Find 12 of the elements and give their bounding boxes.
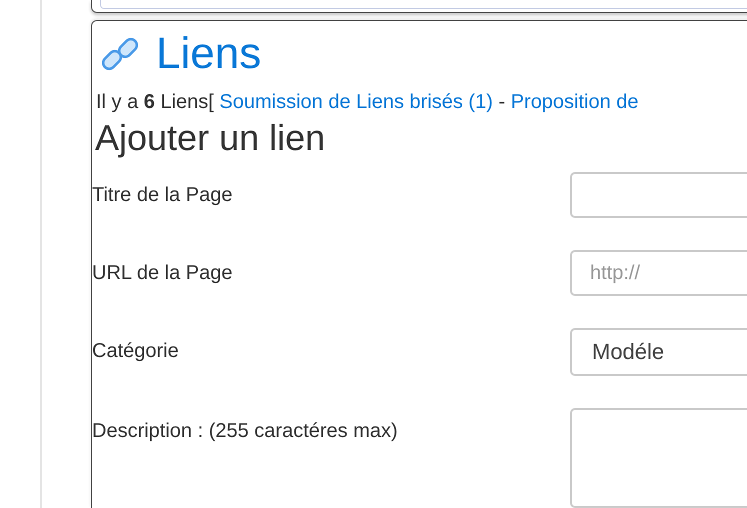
summary-text: Il y a 6 Liens[ Soumission de Liens brisés (1) - Proposition de	[96, 91, 640, 114]
summary-link[interactable]: Soumission de Liens brisés (1)	[219, 91, 493, 113]
input-field[interactable]	[100, 0, 747, 9]
field-label: URL de la Page	[92, 261, 234, 285]
text-field[interactable]: http://	[570, 250, 747, 296]
page-title: Liens	[156, 29, 262, 79]
category-select[interactable]: Modéle	[570, 328, 747, 376]
summary-link[interactable]: Proposition de	[510, 91, 639, 113]
field-label: Titre de la Page	[92, 183, 234, 207]
form-title: Ajouter un lien	[95, 118, 326, 158]
field-label: Description : (255 caractéres max)	[92, 419, 399, 443]
field-label: Catégorie	[92, 339, 180, 363]
